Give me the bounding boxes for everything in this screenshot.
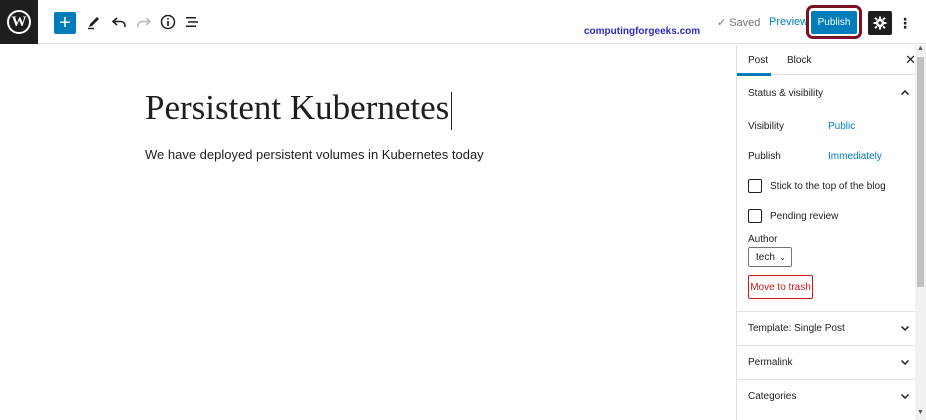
chevron-down-icon <box>900 359 910 366</box>
checkmark-icon: ✓ <box>717 17 727 29</box>
list-view-button[interactable] <box>181 11 203 33</box>
post-title-text: Persistent Kubernetes <box>145 88 450 127</box>
wordpress-logo-button[interactable]: W <box>0 0 38 44</box>
list-view-icon <box>186 17 198 27</box>
publish-label: Publish <box>748 151 781 162</box>
permalink-panel-toggle[interactable]: Permalink <box>737 345 916 379</box>
author-select[interactable]: tech ⌄ <box>748 247 792 267</box>
text-cursor <box>451 91 453 130</box>
post-title-input[interactable]: Persistent Kubernetes <box>145 88 453 130</box>
author-label: Author <box>748 234 778 245</box>
categories-panel-label: Categories <box>748 390 797 402</box>
template-panel-label: Template: Single Post <box>748 322 845 334</box>
template-panel-toggle[interactable]: Template: Single Post <box>737 311 916 345</box>
status-visibility-panel-toggle[interactable]: Status & visibility <box>737 76 916 110</box>
preview-button[interactable]: Preview <box>769 16 808 28</box>
details-button[interactable] <box>157 11 179 33</box>
scroll-up-arrow-icon[interactable]: ▲ <box>917 45 924 52</box>
undo-icon <box>111 17 126 27</box>
categories-panel-toggle[interactable]: Categories <box>737 379 916 413</box>
tools-button[interactable] <box>83 11 105 33</box>
settings-sidebar: Post Block ✕ Status & visibility Visibil… <box>736 45 926 420</box>
pending-review-label: Pending review <box>770 211 839 222</box>
chevron-up-icon <box>900 89 910 96</box>
vertical-ellipsis-icon: ⋮ <box>898 14 912 31</box>
publish-button[interactable]: Publish <box>811 11 857 34</box>
tab-block[interactable]: Block <box>787 55 811 66</box>
saved-status: ✓ Saved <box>717 16 761 30</box>
wordpress-logo-icon: W <box>7 10 31 34</box>
permalink-panel-label: Permalink <box>748 356 793 368</box>
sidebar-scrollbar[interactable]: ▲ ▼ <box>915 45 926 420</box>
chevron-down-icon <box>900 325 910 332</box>
sticky-label: Stick to the top of the blog <box>770 181 886 192</box>
redo-icon <box>137 17 152 27</box>
site-watermark: computingforgeeks.com <box>584 26 701 37</box>
redo-button[interactable] <box>133 11 155 33</box>
more-options-button[interactable]: ⋮ <box>898 11 912 35</box>
chevron-down-icon: ⌄ <box>779 253 786 262</box>
pencil-icon <box>88 17 99 30</box>
visibility-value-link[interactable]: Public <box>828 121 855 132</box>
chevron-down-icon <box>900 393 910 400</box>
scroll-down-arrow-icon[interactable]: ▼ <box>917 409 924 416</box>
publish-date-link[interactable]: Immediately <box>828 151 882 162</box>
tab-post[interactable]: Post <box>748 55 768 66</box>
sticky-checkbox[interactable] <box>748 179 762 193</box>
settings-button[interactable] <box>868 11 892 35</box>
sidebar-tabs: Post Block ✕ <box>737 45 926 76</box>
plus-icon: + <box>59 12 71 34</box>
paragraph-block[interactable]: We have deployed persistent volumes in K… <box>145 147 484 162</box>
pending-review-checkbox[interactable] <box>748 209 762 223</box>
add-block-button[interactable]: + <box>54 12 76 34</box>
info-icon <box>160 14 176 30</box>
saved-label: Saved <box>729 16 761 29</box>
author-value: tech <box>756 251 775 263</box>
status-visibility-heading: Status & visibility <box>748 87 824 99</box>
editor-canvas: Persistent Kubernetes We have deployed p… <box>0 45 736 420</box>
visibility-label: Visibility <box>748 121 784 132</box>
scrollbar-thumb[interactable] <box>917 57 924 287</box>
move-to-trash-button[interactable]: Move to trash <box>748 275 813 299</box>
undo-button[interactable] <box>108 11 130 33</box>
editor-toolbar: W + computingforgeeks.com ✓ Saved Previe… <box>0 0 926 44</box>
gear-icon <box>873 16 887 30</box>
